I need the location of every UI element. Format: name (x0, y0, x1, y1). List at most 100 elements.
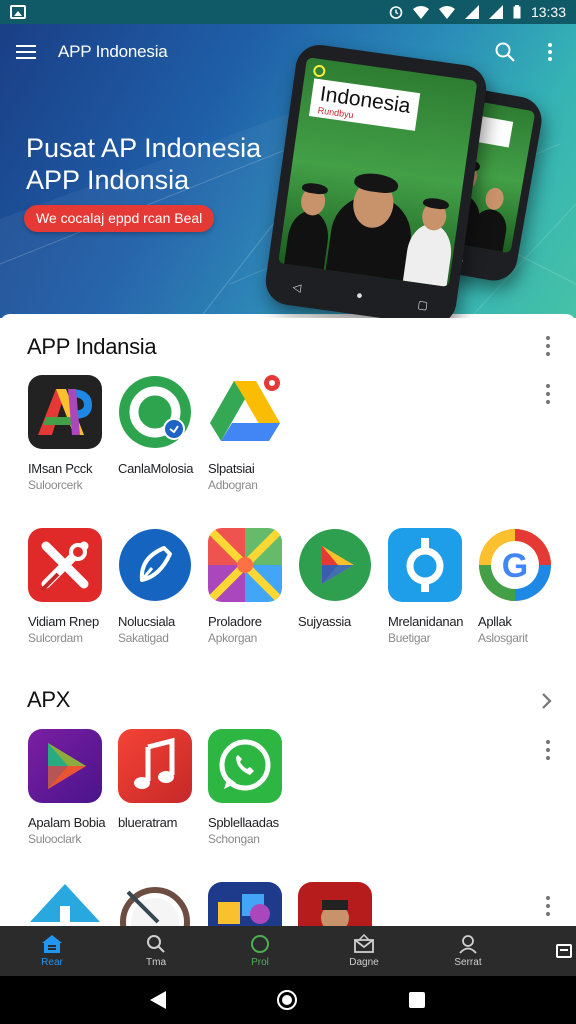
app-bar: APP Indonesia (0, 24, 576, 80)
app-tile[interactable]: G Apllak Aslosgarit (478, 528, 562, 645)
nav-label: Dagne (349, 957, 379, 968)
nav-item-profile[interactable]: Prol (208, 926, 312, 976)
app-name: Spblellaadas (208, 815, 279, 830)
app-publisher: Schongan (208, 832, 260, 846)
app-publisher: Sakatigad (118, 631, 169, 645)
app-name: Sujyassia (298, 614, 351, 629)
app-tile[interactable]: IMsan Pcck Suloorcerk (28, 375, 112, 492)
play-triangle-app-icon (298, 528, 372, 602)
status-bar: 13:33 (0, 0, 576, 24)
home-button-icon[interactable] (277, 990, 297, 1010)
home-icon (42, 935, 62, 953)
colorful-grid-app-icon (208, 528, 282, 602)
pen-app-icon (118, 528, 192, 602)
app-name: CanlaMolosia (118, 461, 194, 476)
phone-screen-banner: Indonesia Rundbyu (308, 78, 421, 131)
tools-app-icon (28, 528, 102, 602)
hero-cta-button[interactable]: We cocalaj eppd rcan Beal (24, 205, 215, 232)
menu-icon[interactable] (16, 45, 36, 59)
app-tile[interactable]: Proladore Apkorgan (208, 528, 292, 645)
app-tile[interactable]: Nolucsiala Sakatigad (118, 528, 202, 645)
back-icon[interactable] (150, 991, 166, 1009)
system-navigation-bar (0, 976, 576, 1024)
app-tile-partial[interactable] (28, 882, 112, 926)
nav-label: Rear (41, 957, 63, 968)
nav-item-account[interactable]: Serrat (416, 926, 520, 976)
recents-icon[interactable] (409, 992, 425, 1008)
app-tile[interactable]: Apalam Bobia Sulooclark (28, 729, 112, 846)
app-name: Vidiam Rnep (28, 614, 99, 629)
green-ring-app-icon (118, 375, 192, 449)
app-publisher: Sulcordam (28, 631, 83, 645)
gallery-notification-icon (10, 5, 26, 19)
alarm-icon (389, 6, 403, 19)
whatsapp-app-icon (208, 729, 282, 803)
app-tile[interactable]: CanlaMolosia (118, 375, 202, 478)
app-tile[interactable]: Vidiam Rnep Sulcordam (28, 528, 112, 645)
music-note-app-icon (118, 729, 192, 803)
google-g-app-icon: G (478, 528, 552, 602)
play-store-app-icon (28, 729, 102, 803)
row-more-icon[interactable] (543, 384, 553, 404)
app-tile-partial[interactable] (208, 882, 292, 926)
app-title: APP Indonesia (58, 42, 168, 61)
signal-icon-2 (488, 5, 503, 19)
app-name: Proladore (208, 614, 262, 629)
section-title-apx: APX (27, 687, 71, 712)
nav-item-home[interactable]: Rear (0, 926, 104, 976)
ap-letters-app-icon (28, 375, 102, 449)
search-icon (147, 935, 165, 953)
app-tile[interactable]: Mrelanidanan Buetigar (388, 528, 472, 645)
app-list-content[interactable]: APP Indansia IMsan Pcck Suloorcerk Canla… (0, 314, 576, 926)
status-time: 13:33 (530, 4, 566, 20)
row-more-icon[interactable] (543, 740, 553, 760)
mail-icon (354, 934, 374, 953)
wheel-app-icon (118, 882, 192, 926)
chevron-right-icon[interactable] (540, 692, 552, 710)
hero-title: Pusat AP Indonesia APP Indonsia (26, 132, 261, 196)
app-publisher: Suloorcerk (28, 478, 83, 492)
blue-arrow-app-icon (28, 882, 102, 926)
nav-label: Prol (251, 957, 269, 968)
app-publisher: Apkorgan (208, 631, 257, 645)
app-publisher: Adbogran (208, 478, 258, 492)
bottom-navigation: Rear Tma Prol Dagne Serrat (0, 926, 576, 976)
app-publisher: Sulooclark (28, 832, 82, 846)
nav-item-search[interactable]: Tma (104, 926, 208, 976)
section-title-app-indansia: APP Indansia (27, 334, 157, 359)
app-tile-partial[interactable] (298, 882, 382, 926)
app-name: Slpatsiai (208, 461, 255, 476)
battery-icon (513, 5, 521, 19)
app-name: Mrelanidanan (388, 614, 464, 629)
section-more-icon[interactable] (543, 336, 553, 356)
window-toggle-icon[interactable] (556, 944, 572, 958)
app-name: Nolucsiala (118, 614, 175, 629)
app-name: blueratram (118, 815, 178, 830)
nav-item-messages[interactable]: Dagne (312, 926, 416, 976)
wifi-icon-2 (438, 5, 455, 19)
nav-label: Tma (146, 957, 166, 968)
app-name: Apllak (478, 614, 512, 629)
app-tile[interactable]: Slpatsiai Adbogran (208, 375, 292, 492)
app-name: IMsan Pcck (28, 461, 93, 476)
hero-title-line2: APP Indonsia (26, 165, 190, 195)
row-more-icon[interactable] (543, 896, 553, 916)
app-publisher: Aslosgarit (478, 631, 528, 645)
portrait-app-icon (298, 882, 372, 926)
app-tile[interactable]: Sujyassia (298, 528, 382, 631)
app-tile[interactable]: Spblellaadas Schongan (208, 729, 292, 846)
hero-title-line1: Pusat AP Indonesia (26, 133, 262, 163)
app-tile[interactable]: blueratram (118, 729, 202, 832)
wifi-icon (412, 5, 429, 19)
drive-app-icon (208, 375, 282, 449)
circle-icon (251, 935, 269, 953)
app-name: Apalam Bobia (28, 815, 106, 830)
phone-illustration-front: Indonesia Rundbyu ◁ ● ▢ (262, 41, 490, 318)
person-icon (459, 935, 477, 954)
ring-pin-app-icon (388, 528, 462, 602)
app-tile-partial[interactable] (118, 882, 202, 926)
signal-icon (464, 5, 479, 19)
hero-banner[interactable]: APP Indonesia Pusat AP Indonesia APP Ind… (0, 24, 576, 318)
nav-label: Serrat (454, 957, 482, 968)
app-publisher: Buetigar (388, 631, 431, 645)
